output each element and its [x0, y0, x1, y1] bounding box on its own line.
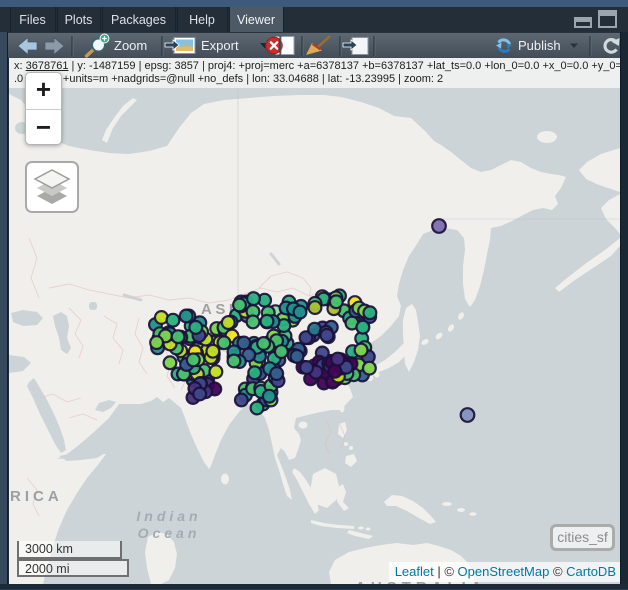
svg-text:Ocean: Ocean [138, 525, 201, 541]
svg-text:Indian: Indian [136, 508, 201, 524]
svg-text:RICA: RICA [10, 488, 63, 505]
